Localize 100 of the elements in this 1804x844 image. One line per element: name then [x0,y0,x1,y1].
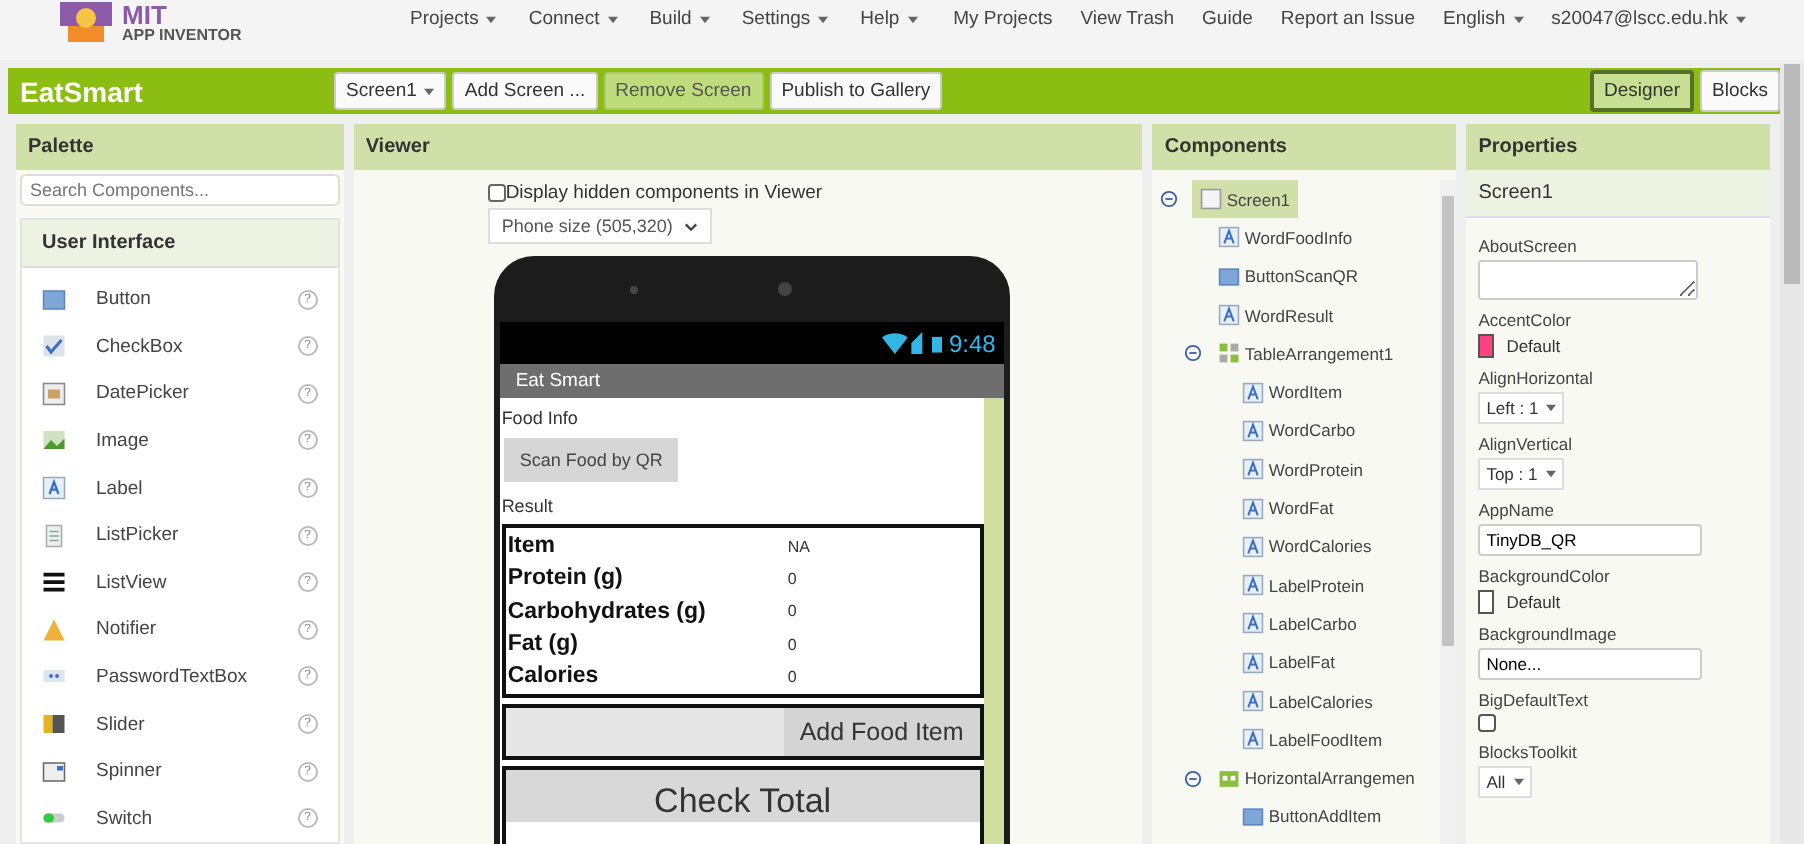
component-name[interactable]: Slider [96,713,145,736]
collapse-toggle-icon[interactable] [1184,344,1203,363]
color-value[interactable]: Default [1506,336,1561,356]
size-dropdown[interactable]: Phone size (505,320) [487,208,713,244]
tree-item[interactable]: WordItem [1240,377,1345,408]
menu-item[interactable]: Help [846,2,932,36]
tree-item[interactable]: WordFoodInfo [1216,222,1355,253]
search-field[interactable]: Search Components... [20,174,340,206]
app-title-bar: Eat Smart [499,364,1004,398]
view-toggle-button[interactable]: Designer [1589,70,1695,112]
logo-title: MIT [122,2,167,28]
food-info-label: Food Info [501,406,578,432]
battery-icon [932,333,943,353]
checkbox[interactable] [487,184,506,202]
tree-item[interactable]: LabelCarbo [1240,608,1359,639]
add-food-button[interactable]: Add Food Item [783,708,980,757]
component-name[interactable]: ListView [96,571,167,594]
nav-link[interactable]: View Trash [1066,2,1189,36]
nutrient-value: 0 [787,569,797,588]
toolbar-button[interactable]: Screen1 [334,72,447,110]
image-icon [42,428,66,453]
component-name[interactable]: Notifier [96,618,157,641]
nav-link[interactable]: My Projects [939,2,1067,36]
component-name[interactable]: CheckBox [96,335,183,358]
property-label: AboutScreen [1478,236,1579,256]
label-component-icon [1242,612,1265,635]
property-label: AlignVertical [1478,434,1574,454]
property-dropdown[interactable]: Left : 1 [1478,392,1565,424]
tree-item[interactable]: LabelFat [1240,647,1337,678]
nav-link[interactable]: Guide [1188,2,1267,36]
property-label: BlocksToolkit [1478,742,1579,762]
collapse-toggle-icon[interactable] [1160,190,1179,209]
nutrient-label: Calories [507,664,601,689]
checkbox[interactable] [1478,714,1497,732]
category-header: User Interface [22,219,338,268]
toolbar-button[interactable]: Add Screen ... [452,72,598,110]
property-label: AlignHorizontal [1478,368,1595,388]
tree-item[interactable]: WordFat [1240,493,1336,524]
property-label: BigDefaultText [1478,690,1590,710]
component-name[interactable]: Spinner [96,760,162,783]
tree-item[interactable]: LabelCalories [1240,686,1375,716]
logo-subtitle: APP INVENTOR [122,28,242,44]
tree-item[interactable]: Screen1 [1192,180,1299,219]
component-name[interactable]: Image [96,429,149,452]
component-name[interactable]: Button [96,288,151,311]
scrollbar[interactable] [1440,180,1457,844]
menu-item[interactable]: Settings [727,2,843,36]
component-name[interactable]: ListPicker [96,524,179,547]
nav-link[interactable]: s20047@lscc.edu.hk [1537,2,1760,36]
scan-button[interactable]: Scan Food by QR [503,438,679,482]
component-name[interactable]: Switch [96,807,152,830]
component-name[interactable]: DatePicker [96,382,189,405]
tree-item[interactable]: HorizontalArrangemen [1216,763,1417,794]
tree-item[interactable]: TableArrangement1 [1216,338,1396,369]
property-label: AccentColor [1478,310,1573,330]
nutrient-label: Carbohydrates (g) [507,599,708,624]
menu-item[interactable]: Build [635,2,724,36]
property-label: AppName [1478,500,1556,520]
tree-item[interactable]: WordProtein [1240,454,1365,485]
color-swatch[interactable] [1478,590,1495,614]
color-swatch[interactable] [1478,334,1495,358]
datepicker-icon [42,381,66,406]
tree-item[interactable]: WordCarbo [1240,415,1358,446]
nutrient-label: Protein (g) [507,566,625,591]
tree-item[interactable]: WordResult [1216,300,1336,331]
caret-icon [1546,404,1557,412]
check-total-button[interactable]: Check Total [505,770,980,823]
button-component-icon [1218,265,1241,288]
text-field[interactable]: None... [1478,648,1703,680]
component-name[interactable]: Label [96,477,143,500]
camera-icon [778,282,793,296]
collapse-toggle-icon[interactable] [1184,769,1203,788]
tree-item[interactable]: ButtonScanQR [1216,261,1361,292]
nav-link[interactable]: Report an Issue [1266,2,1429,36]
tree-item[interactable]: LabelProtein [1240,570,1367,601]
tree-item[interactable]: WordCalories [1240,531,1374,562]
tree-item[interactable]: ButtonAddItem [1240,801,1384,832]
screen-component-icon [1200,188,1223,211]
result-label: Result [501,494,553,520]
page-scrollbar[interactable] [1780,64,1804,844]
view-toggle-button[interactable]: Blocks [1700,70,1780,112]
tree-item[interactable]: LabelFoodItem [1240,724,1385,755]
component-name[interactable]: PasswordTextBox [96,665,248,688]
menu-item[interactable]: Connect [514,2,632,36]
nutrient-label: Fat (g) [507,632,580,657]
caret-icon [1513,778,1524,786]
label-component-icon [1218,304,1241,327]
nutrient-value: 0 [787,667,797,686]
property-dropdown[interactable]: All [1478,766,1532,798]
toolbar-button[interactable]: Publish to Gallery [769,72,943,110]
color-value[interactable]: Default [1506,592,1561,612]
nav-link[interactable]: English [1428,2,1538,36]
listpicker-icon [42,523,66,548]
menu-item[interactable]: Projects [396,2,511,36]
nutrient-value: 0 [787,602,797,621]
project-name: EatSmart [20,75,145,107]
property-dropdown[interactable]: Top : 1 [1478,458,1564,490]
button-component-icon [1242,805,1265,828]
slider-icon [42,712,66,737]
text-field[interactable]: TinyDB_QR [1478,524,1703,556]
